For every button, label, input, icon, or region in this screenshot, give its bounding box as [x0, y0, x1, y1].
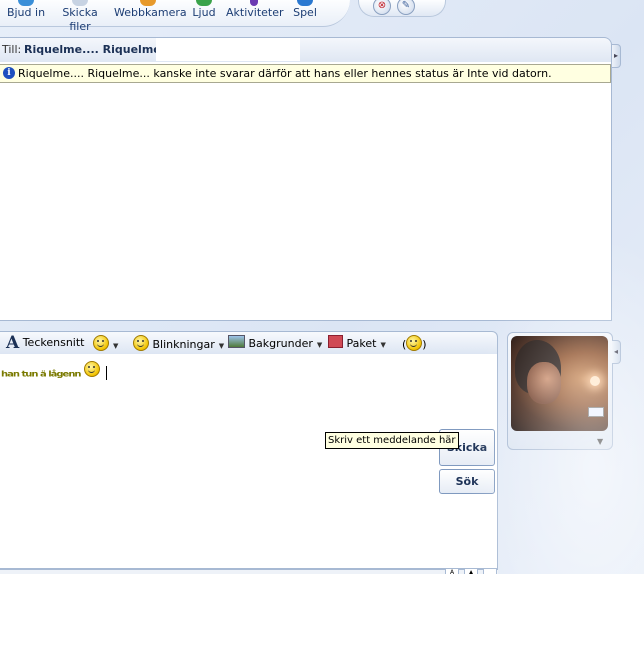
- compose-tooltip: Skriv ett meddelande här: [325, 432, 459, 449]
- typed-message-text: han tun ä lågenn: [1, 370, 82, 379]
- send-files-label: Skicka filer: [62, 6, 98, 33]
- paint-icon[interactable]: ✎: [397, 0, 415, 15]
- games-label: Spel: [293, 6, 317, 19]
- webcam-label: Webbkamera: [114, 6, 187, 19]
- avatar[interactable]: [511, 336, 608, 431]
- recipient-name[interactable]: Riquelme.... Riquelme...: [24, 43, 173, 56]
- winks-label: Blinkningar: [152, 338, 215, 351]
- font-icon: A: [6, 333, 20, 353]
- chevron-down-icon: ▼: [113, 342, 119, 350]
- wink-icon: [133, 335, 149, 351]
- bottom-tabs-strip: [0, 569, 498, 574]
- backgrounds-button[interactable]: Bakgrunder ▼: [228, 335, 322, 351]
- chevron-down-icon: ▼: [218, 342, 225, 350]
- format-toolbar: A Teckensnitt ▼ Blinkningar ▼ Bakgrunder ▼…: [0, 331, 498, 355]
- backgrounds-label: Bakgrunder: [248, 337, 313, 350]
- status-info-text: Riquelme.... Riquelme... kanske inte sva…: [18, 67, 552, 80]
- nudge-icon: [406, 335, 423, 351]
- gift-icon: [328, 335, 343, 348]
- winks-button[interactable]: Blinkningar ▼: [133, 335, 224, 351]
- text-cursor: [105, 366, 107, 380]
- ink-mode-button[interactable]: [483, 568, 497, 574]
- audio-button[interactable]: Ljud: [189, 0, 219, 24]
- recipient-input[interactable]: [156, 38, 300, 61]
- pen-mode-button[interactable]: A: [445, 568, 459, 574]
- info-icon: i: [3, 67, 15, 79]
- block-icon[interactable]: ⊗: [373, 0, 391, 15]
- invite-button[interactable]: Bjud in: [6, 0, 46, 24]
- chevron-down-icon: ▼: [380, 341, 386, 349]
- games-button[interactable]: Spel: [290, 0, 320, 24]
- font-button[interactable]: A Teckensnitt: [6, 333, 85, 353]
- audio-label: Ljud: [192, 6, 216, 19]
- collapse-left-arrow-icon[interactable]: ◂: [612, 340, 621, 364]
- typed-message: han tun ä lågenn: [1, 361, 107, 380]
- packages-button[interactable]: Paket ▼: [328, 335, 386, 351]
- to-label: Till:: [2, 43, 22, 56]
- invite-label: Bjud in: [6, 6, 46, 19]
- smiley-emoticon-icon: [84, 361, 101, 377]
- display-picture-frame: ▼: [507, 332, 613, 450]
- status-info-bar: i Riquelme.... Riquelme... kanske inte s…: [0, 64, 611, 83]
- window-extra-controls: ⊗ ✎: [358, 0, 446, 17]
- webcam-button[interactable]: Webbkamera: [114, 0, 187, 24]
- background-icon: [228, 335, 245, 348]
- search-button[interactable]: Sök: [439, 469, 495, 494]
- messenger-window: Bjud in Skicka filer Webbkamera Ljud Akt…: [0, 0, 644, 574]
- font-label: Teckensnitt: [22, 336, 85, 349]
- send-files-button[interactable]: Skicka filer: [52, 0, 108, 33]
- toolbar: Bjud in Skicka filer Webbkamera Ljud Akt…: [0, 0, 350, 33]
- expand-right-arrow-icon[interactable]: ▸: [612, 44, 621, 68]
- chevron-down-icon: ▼: [316, 341, 323, 349]
- emoticon-button[interactable]: ▼: [93, 335, 118, 351]
- chevron-down-icon[interactable]: ▼: [597, 437, 603, 446]
- nudge-button[interactable]: (): [402, 335, 427, 351]
- activities-button[interactable]: Aktiviteter: [226, 0, 284, 24]
- activities-label: Aktiviteter: [226, 6, 284, 19]
- conversation-history[interactable]: [0, 62, 612, 321]
- scroll-up-icon[interactable]: ▲: [464, 568, 478, 574]
- recipient-bar: Till: Riquelme.... Riquelme...: [0, 37, 612, 63]
- message-input[interactable]: han tun ä lågenn: [0, 354, 498, 569]
- packages-label: Paket: [346, 337, 377, 350]
- emoticon-icon: [93, 335, 109, 351]
